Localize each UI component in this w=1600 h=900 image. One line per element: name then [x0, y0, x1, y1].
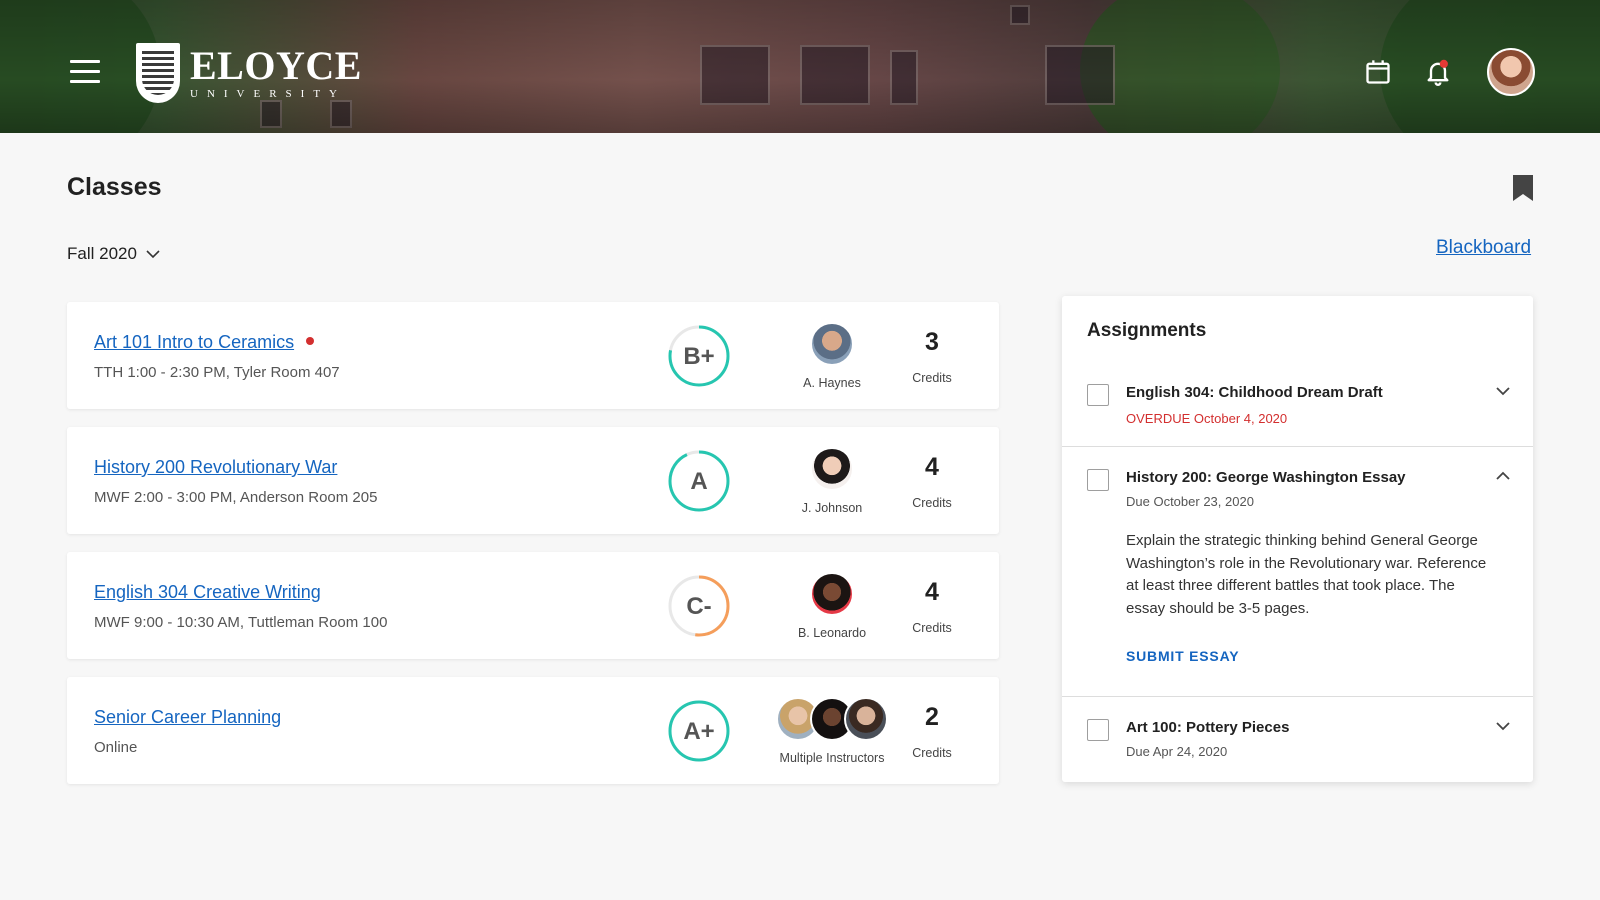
- grade-letter: B+: [683, 343, 714, 370]
- logo-subtitle: UNIVERSITY: [190, 88, 346, 100]
- assignments-panel: Assignments English 304: Childhood Dream…: [1062, 296, 1533, 782]
- class-link[interactable]: History 200 Revolutionary War: [94, 457, 337, 478]
- grade-letter: C-: [686, 593, 711, 620]
- credits-label: Credits: [912, 496, 952, 510]
- chevron-up-icon[interactable]: [1494, 467, 1512, 485]
- alert-dot: [306, 337, 315, 346]
- credits-count: 4: [925, 453, 939, 481]
- university-logo[interactable]: ELOYCE UNIVERSITY: [136, 43, 362, 103]
- instructor-name: Multiple Instructors: [779, 751, 885, 765]
- term-dropdown[interactable]: Fall 2020: [67, 244, 161, 264]
- instructor-avatar: [810, 322, 854, 366]
- menu-icon: [70, 60, 100, 63]
- assignment-checkbox[interactable]: [1087, 719, 1109, 741]
- assignment-item-expanded[interactable]: History 200: George Washington Essay Due…: [1062, 446, 1533, 696]
- class-schedule: MWF 9:00 - 10:30 AM, Tuttleman Room 100: [94, 614, 388, 631]
- calendar-icon[interactable]: [1364, 58, 1392, 86]
- credits-count: 3: [925, 328, 939, 356]
- chevron-down-icon: [146, 250, 160, 259]
- assignment-due: Due October 23, 2020: [1126, 494, 1254, 509]
- instructor-name: B. Leonardo: [797, 626, 867, 640]
- assignment-due: OVERDUE October 4, 2020: [1126, 411, 1288, 426]
- instructor[interactable]: J. Johnson: [767, 447, 897, 515]
- grade-ring: B+: [668, 325, 730, 387]
- credits-label: Credits: [912, 371, 952, 385]
- grade-ring: C-: [668, 575, 730, 637]
- menu-button[interactable]: [70, 60, 100, 84]
- credits-count: 4: [925, 578, 939, 606]
- assignment-description: Explain the strategic thinking behind Ge…: [1126, 532, 1487, 617]
- assignment-item[interactable]: Art 100: Pottery Pieces Due Apr 24, 2020: [1062, 696, 1533, 782]
- instructor-name: A. Haynes: [803, 376, 861, 390]
- class-card: Senior Career Planning Online A+ Multipl…: [67, 677, 999, 784]
- instructor[interactable]: B. Leonardo: [767, 572, 897, 640]
- assignment-item[interactable]: English 304: Childhood Dream Draft OVERD…: [1062, 360, 1533, 446]
- chevron-down-icon[interactable]: [1494, 717, 1512, 735]
- credits-count: 2: [925, 703, 939, 731]
- credits: 4 Credits: [902, 453, 962, 510]
- page-title: Classes: [67, 173, 162, 201]
- instructor-avatar: [844, 697, 888, 741]
- grade-ring: A+: [668, 700, 730, 762]
- class-card: English 304 Creative Writing MWF 9:00 - …: [67, 552, 999, 659]
- assignment-due: Due Apr 24, 2020: [1126, 744, 1228, 759]
- class-link[interactable]: English 304 Creative Writing: [94, 582, 321, 603]
- class-schedule: Online: [94, 739, 138, 756]
- shield-icon: [136, 43, 180, 103]
- grade-letter: A: [690, 468, 707, 495]
- grade-letter: A+: [683, 718, 714, 745]
- assignment-title: English 304: Childhood Dream Draft: [1126, 384, 1383, 401]
- logo-name: ELOYCE: [190, 43, 362, 88]
- grade-ring: A: [668, 450, 730, 512]
- credits: 3 Credits: [902, 328, 962, 385]
- submit-essay-button[interactable]: SUBMIT ESSAY: [1126, 648, 1239, 664]
- instructor[interactable]: Multiple Instructors: [767, 697, 897, 765]
- instructor-avatar: [810, 447, 854, 491]
- credits-label: Credits: [912, 621, 952, 635]
- user-avatar[interactable]: [1487, 48, 1535, 96]
- instructor-avatar: [810, 572, 854, 616]
- credits-label: Credits: [912, 746, 952, 760]
- instructor-name: J. Johnson: [801, 501, 863, 515]
- blackboard-link[interactable]: Blackboard: [1436, 237, 1531, 259]
- instructor[interactable]: A. Haynes: [767, 322, 897, 390]
- notification-bell-icon[interactable]: [1424, 58, 1452, 86]
- class-card: Art 101 Intro to Ceramics TTH 1:00 - 2:3…: [67, 302, 999, 409]
- assignments-title: Assignments: [1087, 320, 1207, 341]
- assignment-title: History 200: George Washington Essay: [1126, 469, 1406, 486]
- assignment-title: Art 100: Pottery Pieces: [1126, 719, 1290, 736]
- class-link[interactable]: Senior Career Planning: [94, 707, 281, 728]
- credits: 4 Credits: [902, 578, 962, 635]
- credits: 2 Credits: [902, 703, 962, 760]
- chevron-down-icon[interactable]: [1494, 382, 1512, 400]
- class-schedule: MWF 2:00 - 3:00 PM, Anderson Room 205: [94, 489, 378, 506]
- bookmark-icon[interactable]: [1512, 174, 1534, 202]
- class-link[interactable]: Art 101 Intro to Ceramics: [94, 332, 315, 353]
- header-banner: ELOYCE UNIVERSITY: [0, 0, 1600, 133]
- term-label: Fall 2020: [67, 244, 137, 263]
- class-card: History 200 Revolutionary War MWF 2:00 -…: [67, 427, 999, 534]
- assignment-checkbox[interactable]: [1087, 384, 1109, 406]
- assignment-checkbox[interactable]: [1087, 469, 1109, 491]
- class-schedule: TTH 1:00 - 2:30 PM, Tyler Room 407: [94, 364, 340, 381]
